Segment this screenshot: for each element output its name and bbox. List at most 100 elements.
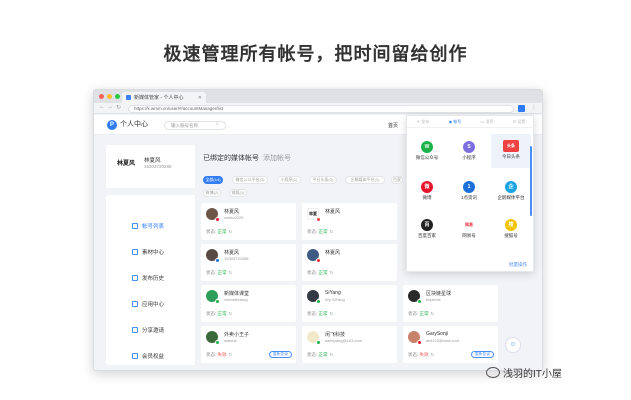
watermark-text: 浅羽的IT小屋 xyxy=(503,369,562,380)
filter-chip[interactable]: 微信公众平台(3) xyxy=(232,176,268,184)
status-value: 正常 xyxy=(217,270,227,275)
platform-sohu[interactable]: 搜搜狐号 xyxy=(491,216,531,244)
platform-label: 今日头条 xyxy=(502,154,520,159)
sidebar-item-history[interactable]: 发布历史 xyxy=(106,267,195,289)
refresh-icon[interactable]: ↻ xyxy=(229,229,233,234)
tab-settings[interactable]: ⚙ 设置 xyxy=(503,116,535,127)
user-id: 15303720288 xyxy=(144,164,172,169)
home-link[interactable]: 首页 xyxy=(388,122,398,129)
account-card[interactable]: 闲飞科技 weixiyang@163.com 状态: 正常 ↻ xyxy=(302,326,397,363)
tab-close-icon[interactable]: ✕ xyxy=(198,95,202,101)
history-icon xyxy=(132,275,138,281)
tab-add-account[interactable]: 添加帐号 xyxy=(263,153,291,163)
account-name: 林夏风 xyxy=(224,250,240,256)
account-card[interactable]: 林夏风 weibo2020 状态: 正常 ↻ xyxy=(201,203,296,240)
refresh-icon[interactable]: ↻ xyxy=(330,270,334,275)
site-logo[interactable]: P xyxy=(107,120,117,130)
extension-icon[interactable] xyxy=(518,105,525,112)
watermark: 浅羽的IT小屋 xyxy=(486,365,562,380)
tab-label: 发布 xyxy=(421,119,430,124)
relogin-button[interactable]: 重新登录 xyxy=(470,351,494,358)
popup-scrollbar[interactable] xyxy=(530,146,532,216)
sidebar-item-label: 素材中心 xyxy=(142,250,165,256)
refresh-icon[interactable]: ↻ xyxy=(330,229,334,234)
forward-icon[interactable]: → xyxy=(107,104,113,110)
platform-netease[interactable]: 网易 网易号 xyxy=(449,216,489,244)
relogin-button[interactable]: 重新登录 xyxy=(268,351,292,358)
platform-yidian[interactable]: 1 1点资讯 xyxy=(449,178,489,206)
account-name: 林夏风 xyxy=(224,209,240,215)
favicon-icon xyxy=(126,95,131,100)
account-card[interactable]: SiYang Wy-SiYang 状态: 正常 ↻ xyxy=(302,285,397,322)
refresh-icon[interactable]: ↻ xyxy=(229,270,233,275)
baidu-icon: 百 xyxy=(421,219,433,231)
account-card[interactable]: 区块链星球 biqxinhe 状态: 正常 ↻ xyxy=(403,285,498,322)
popup-tabs: ✈ 发布 ◉ 帐号 ▭ 消息 ⚙ 设置 xyxy=(407,116,535,128)
platform-penguin[interactable]: 企企鹅媒体平台 xyxy=(491,178,531,206)
toutiao-icon: 头条 xyxy=(503,140,519,152)
account-status: 状态: 正常 ↻ xyxy=(307,352,333,358)
batch-operation-link[interactable]: 批量操作 xyxy=(509,262,527,268)
filter-chip[interactable]: 今日头条(2) xyxy=(309,176,337,184)
status-label: 状态: xyxy=(307,270,318,275)
platform-miniprogram[interactable]: S 小程序 xyxy=(449,138,489,166)
filter-chip[interactable]: 企鹅媒体平台(1) xyxy=(345,176,385,184)
status-label: 状态: xyxy=(206,311,217,316)
minimize-window-icon[interactable] xyxy=(107,94,112,99)
window-controls xyxy=(99,94,120,99)
tab-messages[interactable]: ▭ 消息 xyxy=(471,116,503,127)
yidian-badge-icon xyxy=(215,258,220,263)
refresh-icon[interactable]: ↻ xyxy=(330,311,334,316)
close-window-icon[interactable] xyxy=(99,94,104,99)
wechat-badge-icon xyxy=(417,299,422,304)
sidebar-item-apps[interactable]: 应用中心 xyxy=(106,293,195,315)
tab-bound-accounts[interactable]: 已绑定的媒体帐号 xyxy=(203,153,259,163)
tab-label: 设置 xyxy=(517,119,526,124)
refresh-icon[interactable]: ↻ xyxy=(330,352,334,357)
chat-support-icon[interactable]: ☺ xyxy=(505,337,521,353)
refresh-icon[interactable]: ↻ xyxy=(229,311,233,316)
reload-icon[interactable]: ↻ xyxy=(116,104,121,111)
maximize-window-icon[interactable] xyxy=(115,94,120,99)
refresh-icon[interactable]: ↻ xyxy=(431,352,435,357)
filter-chip[interactable]: 小程序(1) xyxy=(277,176,301,184)
platform-toutiao[interactable]: 头条 今日头条 xyxy=(491,134,531,168)
refresh-icon[interactable]: ↻ xyxy=(431,311,435,316)
filter-chip[interactable]: 微博(2) xyxy=(203,189,221,197)
refresh-icon[interactable]: ↻ xyxy=(229,352,233,357)
filter-chip[interactable]: 百家号(2) xyxy=(391,176,403,184)
wechat-badge-icon xyxy=(215,299,220,304)
account-card[interactable]: 新媒体课堂 xinmeiketang 状态: 正常 ↻ xyxy=(201,285,296,322)
sidebar-item-label: 发布历史 xyxy=(142,276,165,282)
sidebar-item-accounts[interactable]: 帐号列表 xyxy=(106,215,195,237)
platform-wechat[interactable]: W 微信公众号 xyxy=(407,138,447,166)
filter-chip[interactable]: 全部(14) xyxy=(203,176,223,184)
netease-badge-icon xyxy=(316,258,321,263)
tab-publish[interactable]: ✈ 发布 xyxy=(407,116,439,127)
sidebar-item-materials[interactable]: 素材中心 xyxy=(106,241,195,263)
account-handle: Wy-SiYang xyxy=(325,297,345,302)
browser-tab[interactable]: 新媒体管家 - 个人中心 ✕ xyxy=(122,92,206,103)
weibo-icon: 微 xyxy=(421,181,433,193)
status-value: 正常 xyxy=(318,270,328,275)
account-name: SiYang xyxy=(325,290,341,296)
apps-icon xyxy=(132,301,138,307)
sidebar-item-membership[interactable]: 会员权益 xyxy=(106,345,195,367)
account-card[interactable]: 外卖小王子 waimai 状态: 失效 ↻ 重新登录 xyxy=(201,326,296,363)
menu-icon[interactable]: ⋮ xyxy=(531,104,537,111)
miniprogram-icon: S xyxy=(463,141,475,153)
platform-baidu[interactable]: 百百度百家 xyxy=(407,216,447,244)
back-icon[interactable]: ← xyxy=(99,104,105,110)
account-card[interactable]: GarySonji alxt123@sina.com 状态: 失效 ↻ 重新登录 xyxy=(403,326,498,363)
account-card[interactable]: 林夏 林夏风 状态: 正常 ↻ xyxy=(302,203,397,240)
user-profile-card: 林夏风 林夏风 15303720288 xyxy=(106,145,195,188)
account-status: 状态: 正常 ↻ xyxy=(307,229,333,235)
platform-weibo[interactable]: 微微博 xyxy=(407,178,447,206)
account-card[interactable]: 林夏风 15303720288 状态: 正常 ↻ xyxy=(201,244,296,281)
sidebar-item-share[interactable]: 分享邀请 xyxy=(106,319,195,341)
account-status: 状态: 正常 ↻ xyxy=(307,270,333,276)
filter-chip[interactable]: 搜狐(1) xyxy=(229,189,247,197)
tab-accounts[interactable]: ◉ 帐号 xyxy=(439,116,471,127)
account-card[interactable]: 林夏风 状态: 正常 ↻ xyxy=(302,244,397,281)
address-bar[interactable]: https://k.wmm.cn/user/#/accountManager/l… xyxy=(128,105,514,113)
